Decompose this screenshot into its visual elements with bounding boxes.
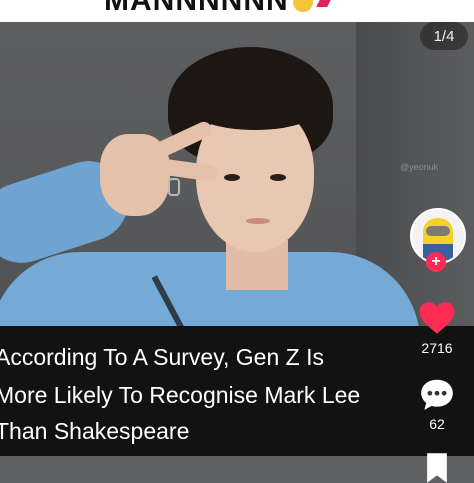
photo-counter: 1/4 <box>420 22 468 50</box>
comment-count: 62 <box>429 416 445 432</box>
follow-button[interactable]: + <box>426 252 446 272</box>
comment-icon[interactable] <box>418 376 456 412</box>
caption-line-2: More Likely To Recognise Mark Lee <box>0 382 361 408</box>
top-caption: MANNNNNN ▰ <box>104 0 332 18</box>
post-photo[interactable]: @yeonuk <box>0 22 474 326</box>
smiling-face-emoji-icon <box>292 0 313 13</box>
top-caption-strip: MANNNNNN ▰ <box>0 0 474 22</box>
bookmark-icon[interactable] <box>424 452 450 483</box>
minion-goggle <box>426 226 450 236</box>
hundred-points-emoji-icon: ▰ <box>316 0 332 12</box>
heart-icon[interactable] <box>418 300 456 336</box>
caption-line-3: Than Shakespeare <box>0 418 190 444</box>
bottom-band <box>0 456 474 483</box>
ring <box>168 178 180 196</box>
caption-line-1: According To A Survey, Gen Z Is <box>0 344 324 370</box>
right-eye <box>270 174 286 181</box>
like-count: 2716 <box>421 340 453 356</box>
left-eye <box>224 174 240 181</box>
video-screen[interactable]: MANNNNNN ▰ @yeonuk 1/4 According To A Sur… <box>0 0 474 483</box>
caption-band: According To A Survey, Gen Z Is More Lik… <box>0 326 474 456</box>
top-caption-text: MANNNNNN <box>104 0 289 17</box>
mouth <box>246 218 270 224</box>
blue-shirt <box>0 252 420 326</box>
watermark: @yeonuk <box>400 162 439 172</box>
